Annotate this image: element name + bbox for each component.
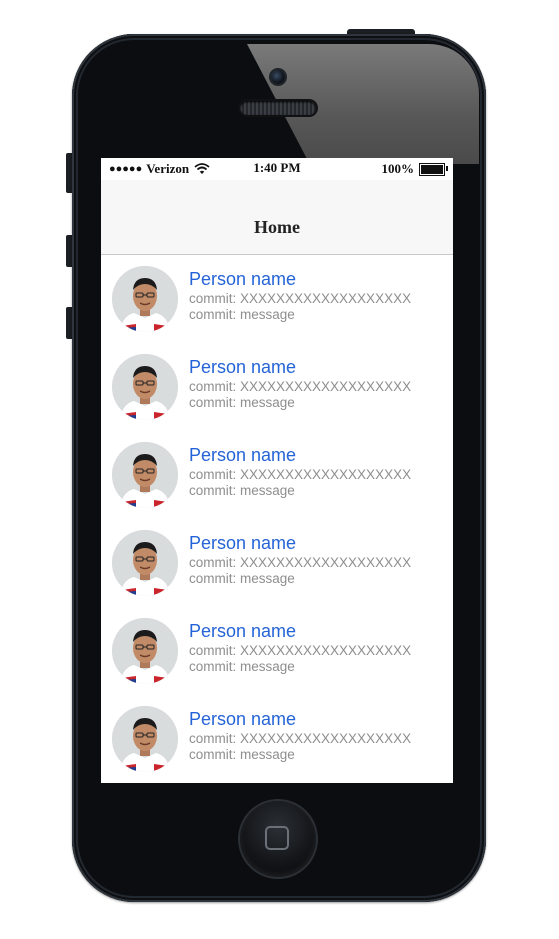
commit-hash: commit: XXXXXXXXXXXXXXXXXXX bbox=[189, 731, 412, 746]
commit-hash: commit: XXXXXXXXXXXXXXXXXXX bbox=[189, 555, 412, 570]
person-name[interactable]: Person name bbox=[189, 268, 411, 290]
person-name[interactable]: Person name bbox=[189, 532, 411, 554]
list-item[interactable]: Person name commit: XXXXXXXXXXXXXXXXXXX … bbox=[101, 343, 453, 431]
earpiece-speaker bbox=[240, 101, 316, 115]
front-camera bbox=[271, 70, 285, 84]
navigation-bar: Home bbox=[101, 180, 453, 255]
list-item[interactable]: Person name commit: XXXXXXXXXXXXXXXXXXX … bbox=[101, 519, 453, 607]
device-frame: ●●●●● Verizon 1:40 PM 100% Home Person n… bbox=[0, 0, 559, 939]
person-name[interactable]: Person name bbox=[189, 708, 411, 730]
commit-hash: commit: XXXXXXXXXXXXXXXXXXX bbox=[189, 467, 412, 482]
commit-message: commit: message bbox=[189, 395, 295, 410]
avatar bbox=[112, 530, 178, 596]
commit-message: commit: message bbox=[189, 659, 295, 674]
person-name[interactable]: Person name bbox=[189, 620, 411, 642]
page-title: Home bbox=[254, 217, 300, 237]
avatar bbox=[112, 354, 178, 420]
home-button[interactable] bbox=[240, 801, 316, 877]
commit-message: commit: message bbox=[189, 747, 295, 762]
status-right: 100% bbox=[381, 161, 448, 177]
avatar bbox=[112, 266, 178, 332]
commit-hash: commit: XXXXXXXXXXXXXXXXXXX bbox=[189, 291, 412, 306]
list-item[interactable]: Person name commit: XXXXXXXXXXXXXXXXXXX … bbox=[101, 431, 453, 519]
list-item[interactable]: Person name commit: XXXXXXXXXXXXXXXXXXX … bbox=[101, 255, 453, 343]
person-name[interactable]: Person name bbox=[189, 444, 411, 466]
status-bar: ●●●●● Verizon 1:40 PM 100% bbox=[101, 158, 453, 180]
home-button-icon bbox=[265, 826, 289, 850]
item-text: Person name commit: XXXXXXXXXXXXXXXXXXX … bbox=[189, 356, 411, 411]
battery-icon bbox=[419, 162, 448, 176]
commit-message: commit: message bbox=[189, 571, 295, 586]
commit-hash: commit: XXXXXXXXXXXXXXXXXXX bbox=[189, 643, 412, 658]
commit-list[interactable]: Person name commit: XXXXXXXXXXXXXXXXXXX … bbox=[101, 255, 453, 783]
item-text: Person name commit: XXXXXXXXXXXXXXXXXXX … bbox=[189, 532, 411, 587]
commit-hash: commit: XXXXXXXXXXXXXXXXXXX bbox=[189, 379, 412, 394]
item-text: Person name commit: XXXXXXXXXXXXXXXXXXX … bbox=[189, 620, 411, 675]
avatar bbox=[112, 618, 178, 684]
battery-percent: 100% bbox=[381, 161, 415, 176]
item-text: Person name commit: XXXXXXXXXXXXXXXXXXX … bbox=[189, 708, 411, 763]
commit-message: commit: message bbox=[189, 307, 295, 322]
avatar bbox=[112, 442, 178, 508]
list-item[interactable]: Person name commit: XXXXXXXXXXXXXXXXXXX … bbox=[101, 607, 453, 695]
commit-message: commit: message bbox=[189, 483, 295, 498]
screen: ●●●●● Verizon 1:40 PM 100% Home Person n… bbox=[101, 158, 453, 783]
item-text: Person name commit: XXXXXXXXXXXXXXXXXXX … bbox=[189, 444, 411, 499]
item-text: Person name commit: XXXXXXXXXXXXXXXXXXX … bbox=[189, 268, 411, 323]
list-item[interactable]: Person name commit: XXXXXXXXXXXXXXXXXXX … bbox=[101, 695, 453, 783]
person-name[interactable]: Person name bbox=[189, 356, 411, 378]
avatar bbox=[112, 706, 178, 772]
